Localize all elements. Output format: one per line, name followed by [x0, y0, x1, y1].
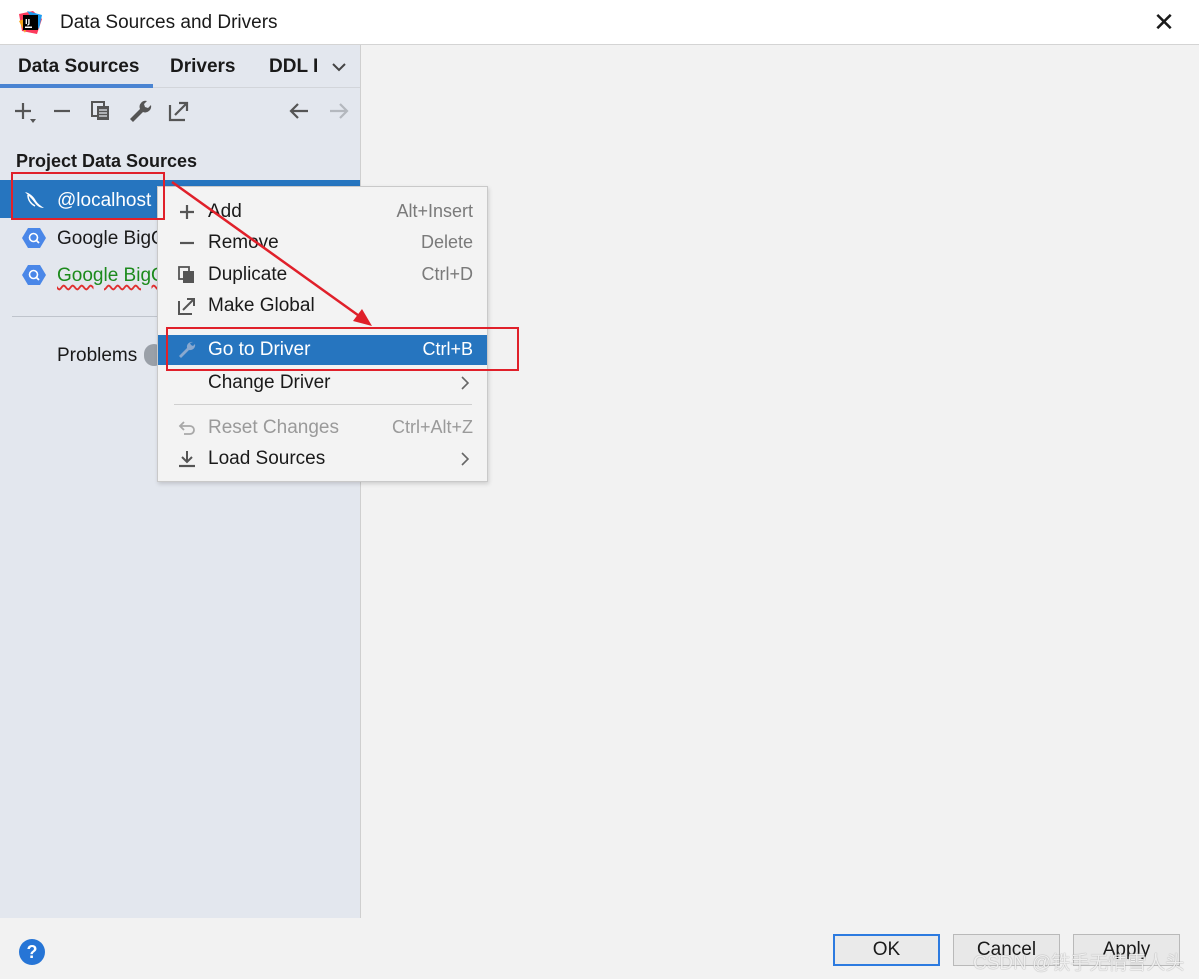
- chevron-down-icon[interactable]: [328, 57, 350, 77]
- window-title: Data Sources and Drivers: [60, 12, 278, 33]
- data-source-label: Google BigQ: [57, 228, 166, 249]
- menu-item-label: Duplicate: [208, 264, 288, 285]
- data-source-label: @localhost: [57, 190, 152, 211]
- wrench-icon: [179, 341, 196, 358]
- undo-icon: [178, 421, 195, 435]
- close-button[interactable]: ✕: [1150, 8, 1178, 36]
- problems-label[interactable]: Problems: [57, 345, 137, 367]
- minus-icon: [180, 241, 194, 245]
- menu-item-label: Add: [208, 201, 242, 222]
- watermark: CSDN @铁手无情雪人头: [973, 953, 1185, 974]
- intellij-app-icon: IJ: [19, 11, 42, 34]
- menu-separator: [174, 404, 472, 405]
- menu-item-label: Go to Driver: [208, 339, 311, 360]
- wrench-icon[interactable]: [127, 98, 153, 124]
- menu-item-go-to-driver[interactable]: Go to Driver Ctrl+B: [158, 335, 487, 365]
- title-bar: IJ Data Sources and Drivers ✕: [0, 0, 1199, 45]
- menu-item-shortcut: Alt+Insert: [396, 201, 473, 221]
- menu-item-shortcut: Delete: [420, 232, 473, 252]
- remove-icon[interactable]: [49, 98, 75, 124]
- menu-item-shortcut: Ctrl+D: [421, 264, 473, 284]
- divider: [12, 316, 162, 317]
- download-icon: [179, 451, 195, 468]
- menu-item-label: Load Sources: [208, 448, 326, 469]
- menu-item-change-driver[interactable]: Change Driver: [158, 368, 487, 398]
- menu-item-remove[interactable]: Remove Delete: [158, 228, 487, 258]
- menu-item-shortcut: Ctrl+Alt+Z: [391, 417, 473, 437]
- back-arrow-icon[interactable]: [286, 98, 312, 124]
- menu-item-label: Make Global: [208, 295, 315, 316]
- add-icon[interactable]: [12, 98, 38, 124]
- menu-item-label: Reset Changes: [208, 417, 339, 438]
- tab-bar: Data Sources Drivers DDL I: [0, 45, 360, 88]
- tab-ddl[interactable]: DDL I: [269, 56, 319, 78]
- menu-item-duplicate[interactable]: Duplicate Ctrl+D: [158, 260, 487, 290]
- help-button[interactable]: ?: [19, 939, 45, 965]
- section-title: Project Data Sources: [16, 151, 198, 171]
- make-global-icon[interactable]: [166, 98, 192, 124]
- duplicate-icon[interactable]: [88, 98, 114, 124]
- ok-button[interactable]: OK: [833, 934, 940, 966]
- tab-data-sources[interactable]: Data Sources: [18, 56, 139, 78]
- menu-separator: [174, 327, 472, 328]
- duplicate-icon: [178, 266, 194, 283]
- bigquery-icon: [22, 228, 46, 248]
- make-global-icon: [178, 298, 195, 315]
- menu-item-reset-changes: Reset Changes Ctrl+Alt+Z: [158, 413, 487, 443]
- forward-arrow-icon[interactable]: [326, 98, 352, 124]
- svg-text:IJ: IJ: [25, 18, 30, 26]
- tab-drivers[interactable]: Drivers: [170, 56, 236, 78]
- dialog-footer: ? OK Cancel Apply CSDN @铁手无情雪人头: [0, 918, 1199, 979]
- menu-item-make-global[interactable]: Make Global: [158, 291, 487, 321]
- toolbar: [0, 93, 360, 129]
- submenu-arrow-icon: [461, 376, 470, 390]
- menu-item-label: Change Driver: [208, 372, 331, 393]
- menu-item-load-sources[interactable]: Load Sources: [158, 444, 487, 474]
- context-menu: Add Alt+Insert Remove Delete Duplicate C…: [157, 186, 488, 482]
- menu-item-label: Remove: [208, 232, 279, 253]
- mysql-dolphin-icon: [25, 192, 44, 208]
- menu-item-shortcut: Ctrl+B: [422, 339, 473, 359]
- submenu-arrow-icon: [461, 452, 470, 466]
- menu-item-add[interactable]: Add Alt+Insert: [158, 197, 487, 227]
- data-source-label: Google BigQ: [57, 265, 166, 286]
- active-tab-indicator: [0, 84, 153, 88]
- bigquery-icon: [22, 265, 46, 285]
- plus-icon: [180, 205, 194, 219]
